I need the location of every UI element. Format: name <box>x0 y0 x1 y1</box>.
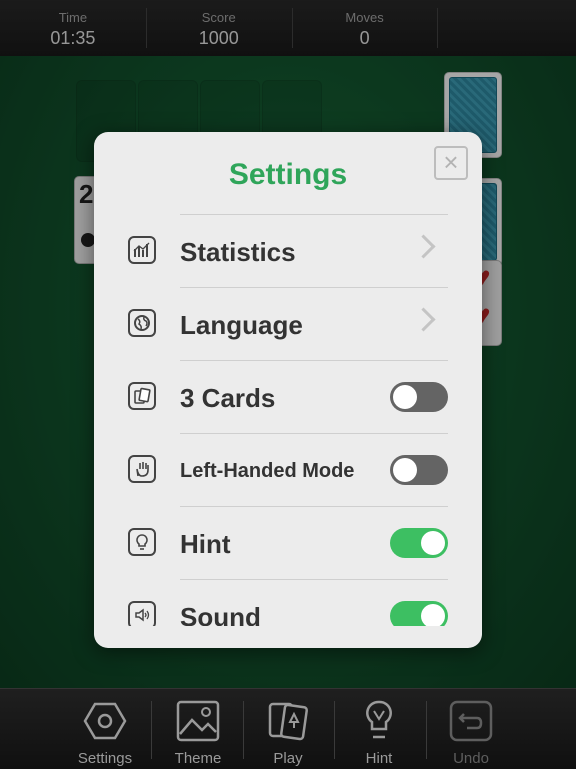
three-cards-toggle[interactable] <box>390 382 448 412</box>
settings-item-hint: Hint <box>94 506 482 579</box>
theme-button-label: Theme <box>174 750 222 767</box>
chart-icon <box>128 236 156 264</box>
close-icon[interactable]: × <box>434 146 468 180</box>
hand-icon <box>128 455 156 483</box>
playing-cards-icon <box>266 699 310 743</box>
settings-item-3-cards: 3 Cards <box>94 360 482 433</box>
theme-button[interactable]: Theme <box>153 689 243 769</box>
lightbulb-icon <box>128 528 156 556</box>
speaker-icon <box>128 601 156 626</box>
undo-button[interactable]: Undo <box>426 689 516 769</box>
left-handed-mode-toggle[interactable] <box>390 455 448 485</box>
settings-item-label: 3 Cards <box>180 383 276 413</box>
settings-dialog: Settings × Statistics Language 3 Cards L… <box>94 132 482 648</box>
settings-item-label: Hint <box>180 529 231 559</box>
chevron-right-icon <box>411 234 436 259</box>
settings-button-label: Settings <box>77 750 133 767</box>
toggle-knob <box>421 531 445 555</box>
settings-item-statistics[interactable]: Statistics <box>94 214 482 287</box>
toggle-knob <box>421 604 445 626</box>
settings-button[interactable]: Settings <box>60 689 150 769</box>
play-button-label: Play <box>273 750 303 767</box>
settings-item-label: Statistics <box>180 237 296 267</box>
toggle-knob <box>393 458 417 482</box>
settings-item-label: Sound <box>180 602 261 626</box>
hint-toggle[interactable] <box>390 528 448 558</box>
toolbar-divider <box>151 701 152 759</box>
divider <box>180 506 448 507</box>
cards-icon <box>128 382 156 410</box>
settings-item-sound: Sound <box>94 579 482 626</box>
hint-button-label: Hint <box>365 750 393 767</box>
lightbulb-icon <box>357 699 401 743</box>
globe-icon <box>128 309 156 337</box>
divider <box>180 433 448 434</box>
settings-list[interactable]: Statistics Language 3 Cards Left-Handed … <box>94 214 482 626</box>
hint-button[interactable]: Hint <box>334 689 424 769</box>
undo-button-label: Undo <box>453 750 489 767</box>
gear-icon <box>83 699 127 743</box>
settings-item-left-handed-mode: Left-Handed Mode <box>94 433 482 506</box>
divider <box>180 214 448 215</box>
sound-toggle[interactable] <box>390 601 448 626</box>
undo-icon <box>449 699 493 743</box>
image-icon <box>176 699 220 743</box>
settings-item-language[interactable]: Language <box>94 287 482 360</box>
settings-item-label: Language <box>180 310 303 340</box>
bottom-toolbar: Settings Theme Play Hint Undo <box>0 688 576 769</box>
settings-item-label: Left-Handed Mode <box>180 460 355 482</box>
chevron-right-icon <box>411 307 436 332</box>
settings-title: Settings <box>228 158 348 191</box>
divider <box>180 579 448 580</box>
play-button[interactable]: Play <box>243 689 333 769</box>
toggle-knob <box>393 385 417 409</box>
divider <box>180 360 448 361</box>
divider <box>180 287 448 288</box>
